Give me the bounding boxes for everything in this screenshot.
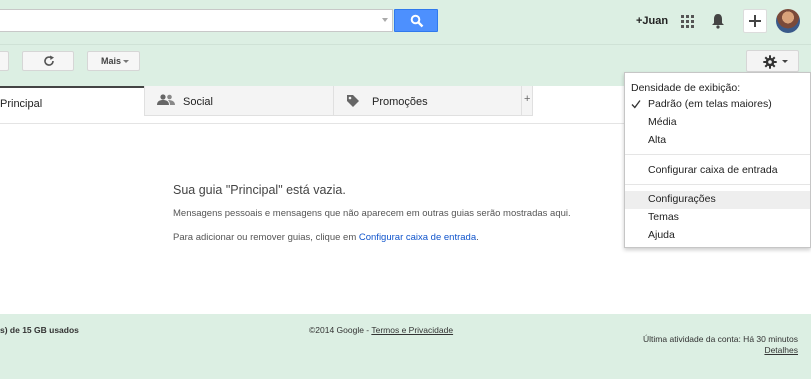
menu-item-density-high[interactable]: Alta — [625, 132, 810, 150]
account-avatar[interactable] — [776, 9, 800, 33]
user-profile-link[interactable]: +Juan — [636, 15, 668, 27]
configure-inbox-link[interactable]: Configurar caixa de entrada — [359, 232, 476, 243]
menu-item-settings[interactable]: Configurações — [625, 191, 810, 209]
menu-item-configure-inbox[interactable]: Configurar caixa de entrada — [625, 162, 810, 180]
tab-promocoes[interactable]: Promoções — [333, 86, 521, 116]
add-tab-button[interactable]: + — [521, 86, 533, 116]
settings-menu: Densidade de exibição: Padrão (em telas … — [624, 72, 811, 248]
search-button[interactable] — [394, 9, 438, 32]
menu-item-label: Ajuda — [648, 229, 675, 241]
menu-item-density-medium[interactable]: Média — [625, 114, 810, 132]
tab-promocoes-label: Promoções — [372, 96, 428, 108]
menu-item-label: Configurações — [648, 193, 716, 205]
empty-state-description: Mensagens pessoais e mensagens que não a… — [173, 208, 571, 219]
search-options-caret-icon[interactable] — [382, 18, 388, 22]
tab-social[interactable]: Social — [144, 86, 333, 116]
menu-item-label: Configurar caixa de entrada — [648, 164, 778, 176]
checkmark-icon — [631, 100, 641, 109]
menu-divider — [625, 154, 810, 155]
copyright-text: ©2014 Google - — [309, 325, 372, 335]
details-link[interactable]: Detalhes — [764, 345, 798, 355]
copyright: ©2014 Google - Termos e Privacidade — [309, 325, 453, 335]
more-actions-button[interactable]: Mais — [87, 51, 140, 71]
people-icon — [157, 94, 175, 105]
refresh-icon — [44, 55, 54, 66]
menu-item-help[interactable]: Ajuda — [625, 227, 810, 245]
density-heading: Densidade de exibição: — [631, 82, 741, 94]
chevron-down-icon — [123, 60, 129, 63]
chevron-down-icon — [782, 60, 788, 63]
menu-item-label: Temas — [648, 211, 679, 223]
select-checkbox-button[interactable] — [0, 51, 9, 71]
plus-icon — [749, 15, 761, 27]
apps-grid-icon[interactable] — [681, 15, 694, 28]
gear-icon — [763, 55, 777, 69]
refresh-button[interactable] — [22, 51, 74, 71]
tag-icon — [347, 95, 359, 107]
toolbar-divider — [0, 44, 811, 45]
tab-social-label: Social — [183, 96, 213, 108]
search-icon — [410, 14, 424, 28]
menu-item-label: Alta — [648, 134, 667, 146]
notifications-bell-icon[interactable] — [711, 13, 725, 29]
terms-privacy-link[interactable]: Termos e Privacidade — [371, 325, 453, 335]
empty-state-hint-prefix: Para adicionar ou remover guias, clique … — [173, 232, 359, 243]
menu-item-density-default[interactable]: Padrão (em telas maiores) — [625, 96, 810, 114]
share-plus-button[interactable] — [743, 9, 767, 33]
menu-item-themes[interactable]: Temas — [625, 209, 810, 227]
tab-principal[interactable]: Principal — [0, 86, 144, 123]
more-actions-label: Mais — [101, 56, 122, 66]
last-activity: Última atividade da conta: Há 30 minutos — [643, 334, 798, 344]
menu-divider — [625, 184, 810, 185]
add-tab-label: + — [524, 93, 531, 105]
settings-button[interactable] — [746, 50, 799, 72]
tab-principal-label: Principal — [0, 98, 43, 110]
search-input[interactable] — [0, 9, 393, 32]
empty-state-hint-suffix: . — [476, 232, 479, 243]
storage-usage: s) de 15 GB usados — [0, 325, 79, 335]
empty-state-title: Sua guia "Principal" está vazia. — [173, 183, 346, 197]
menu-item-label: Padrão (em telas maiores) — [648, 98, 772, 110]
menu-item-label: Média — [648, 116, 677, 128]
empty-state-hint: Para adicionar ou remover guias, clique … — [173, 232, 479, 243]
